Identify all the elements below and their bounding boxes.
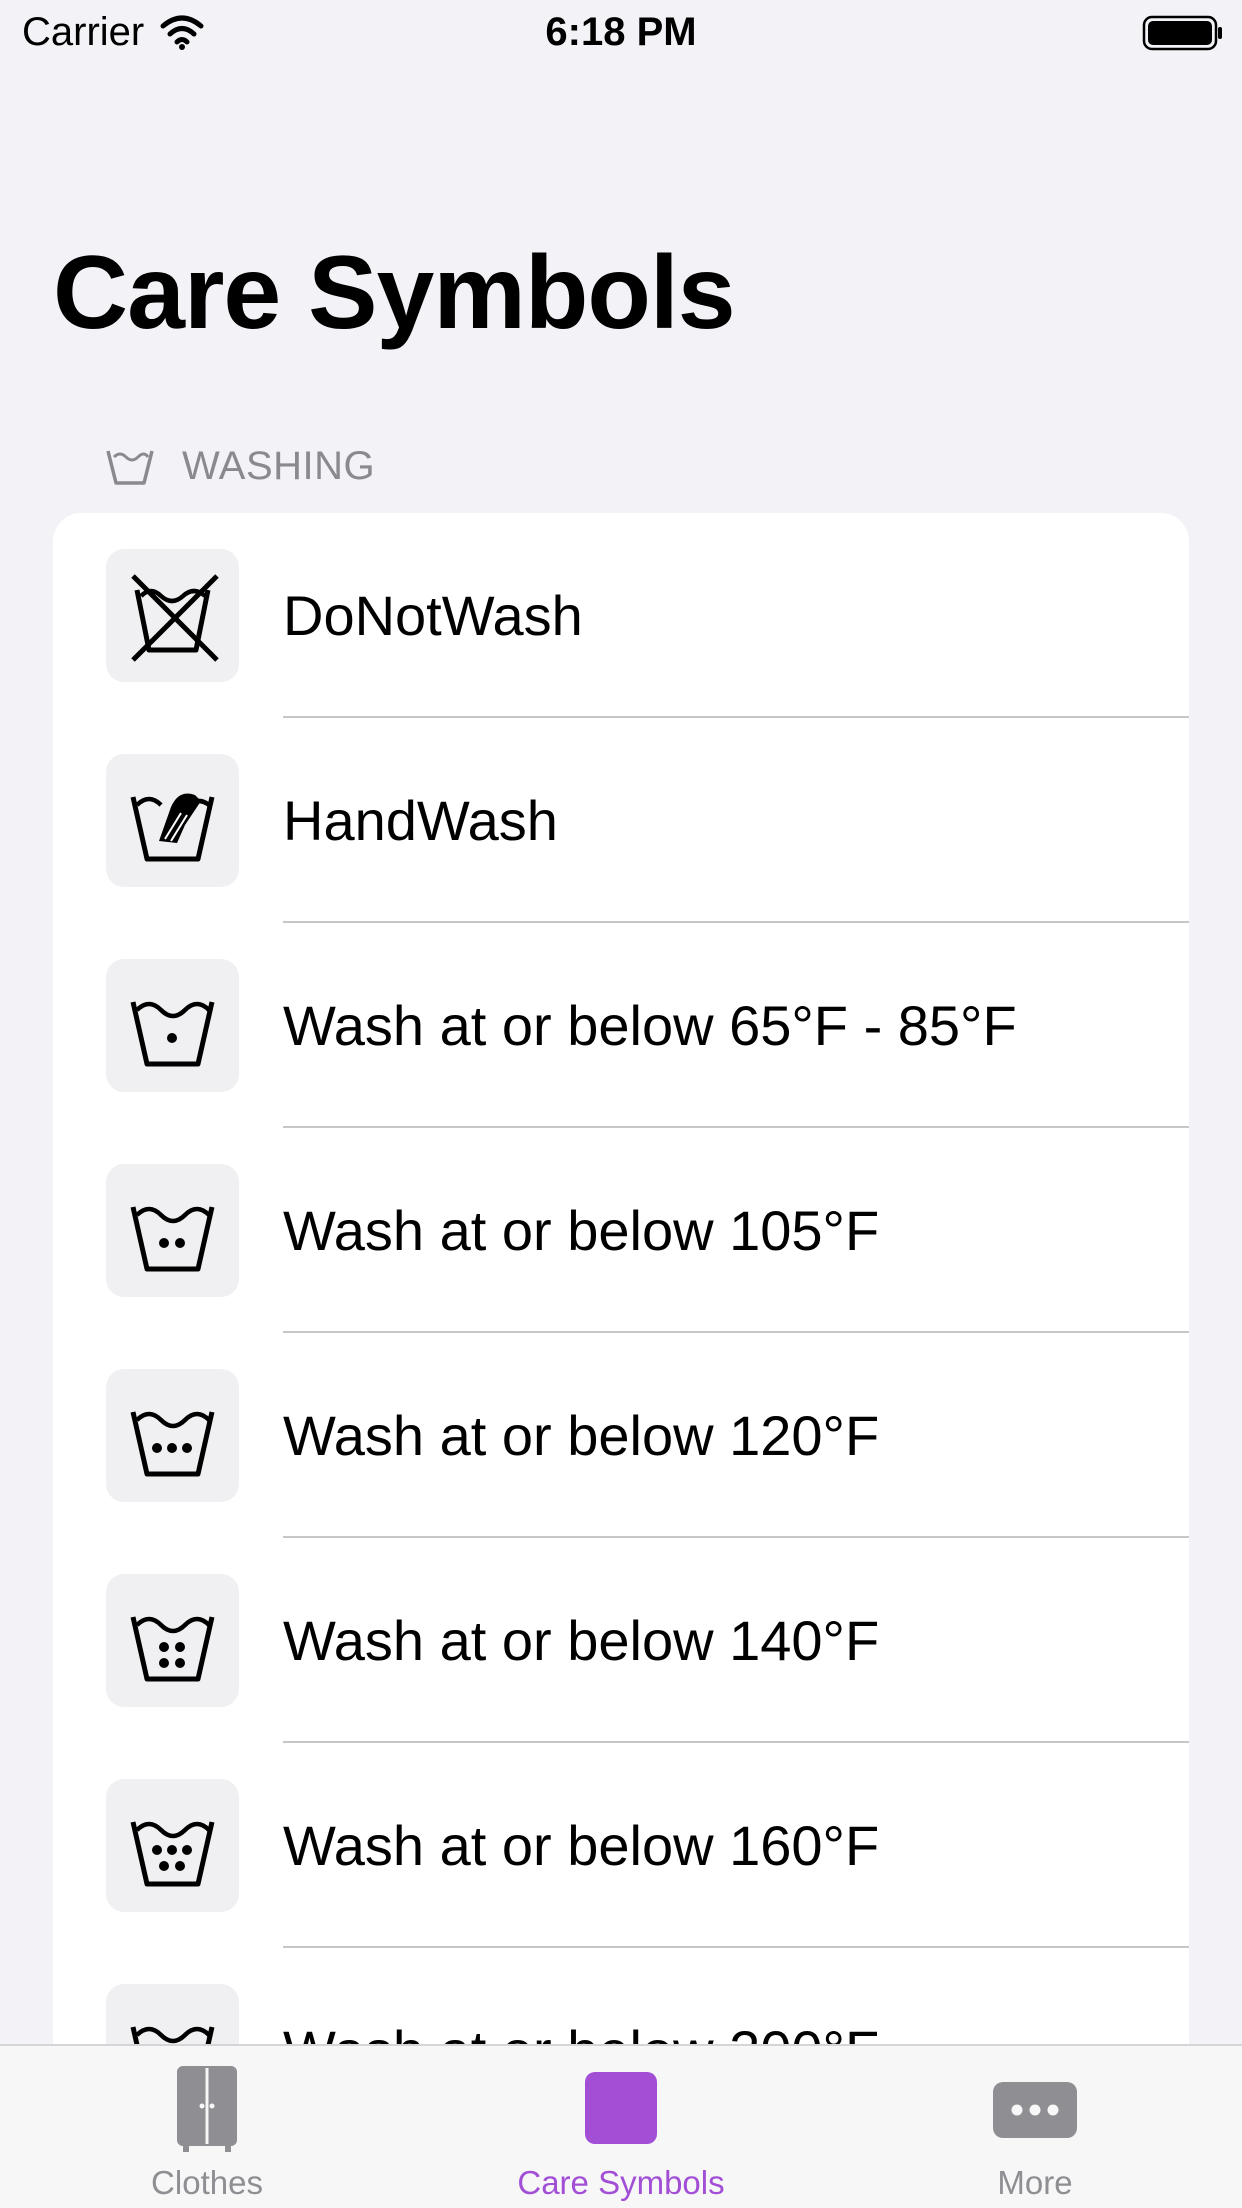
row-label: HandWash bbox=[283, 789, 558, 852]
page-title: Care Symbols bbox=[53, 235, 736, 351]
tab-label: Care Symbols bbox=[517, 2164, 725, 2201]
wash-1-dot-icon bbox=[130, 1001, 215, 1067]
care-symbols-icon bbox=[585, 2072, 657, 2144]
symbol-thumbnail bbox=[106, 1779, 239, 1912]
section-label: WASHING bbox=[182, 443, 376, 488]
row-label: Wash at or below 120°F bbox=[283, 1404, 880, 1467]
symbol-thumbnail bbox=[106, 549, 239, 682]
list-item[interactable]: Wash at or below 105°F bbox=[53, 1128, 1189, 1333]
tab-bar: Clothes Care Symbols More bbox=[0, 2044, 1242, 2208]
list-item[interactable]: DoNotWash bbox=[53, 513, 1189, 718]
row-label: Wash at or below 105°F bbox=[283, 1199, 880, 1262]
symbol-thumbnail bbox=[106, 959, 239, 1092]
tab-label: More bbox=[997, 2164, 1073, 2201]
symbol-thumbnail bbox=[106, 1164, 239, 1297]
symbol-thumbnail bbox=[106, 1369, 239, 1502]
tab-care-symbols[interactable]: Care Symbols bbox=[414, 2046, 828, 2208]
list-item[interactable]: Wash at or below 160°F bbox=[53, 1743, 1189, 1948]
wardrobe-icon bbox=[177, 2066, 237, 2152]
do-not-wash-icon bbox=[131, 574, 219, 662]
battery-icon bbox=[1142, 15, 1222, 51]
list-item[interactable]: Wash at or below 120°F bbox=[53, 1333, 1189, 1538]
symbol-thumbnail bbox=[106, 1574, 239, 1707]
tab-clothes[interactable]: Clothes bbox=[0, 2046, 414, 2208]
row-label: Wash at or below 140°F bbox=[283, 1609, 880, 1672]
more-icon bbox=[993, 2082, 1077, 2138]
wash-5-dots-icon bbox=[130, 1821, 215, 1887]
list-item[interactable]: Wash at or below 140°F bbox=[53, 1538, 1189, 1743]
wash-4-dots-icon bbox=[130, 1616, 215, 1682]
tab-label: Clothes bbox=[151, 2164, 263, 2201]
tab-more[interactable]: More bbox=[828, 2046, 1242, 2208]
status-time: 6:18 PM bbox=[545, 10, 697, 54]
care-symbols-list: DoNotWash HandWash Wash at or below 65°F… bbox=[53, 513, 1189, 2208]
section-header-washing: WASHING bbox=[104, 440, 375, 492]
list-item[interactable]: HandWash bbox=[53, 718, 1189, 923]
wash-tub-icon bbox=[106, 450, 154, 485]
row-label: Wash at or below 160°F bbox=[283, 1814, 880, 1877]
hand-wash-icon bbox=[130, 793, 215, 862]
row-label: DoNotWash bbox=[283, 584, 583, 647]
list-item[interactable]: Wash at or below 65°F - 85°F bbox=[53, 923, 1189, 1128]
status-bar: Carrier 6:18 PM bbox=[0, 0, 1242, 66]
row-label: Wash at or below 65°F - 85°F bbox=[283, 994, 1017, 1057]
wash-3-dots-icon bbox=[130, 1411, 215, 1477]
wash-2-dots-icon bbox=[130, 1206, 215, 1272]
screen: Carrier 6:18 PM Care Symbols WASHING DoN… bbox=[0, 0, 1242, 2208]
symbol-thumbnail bbox=[106, 754, 239, 887]
